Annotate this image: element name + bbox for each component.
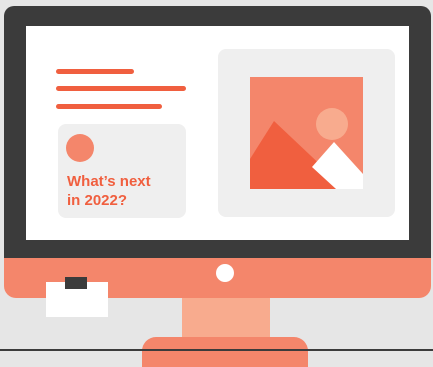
announcement-title-line-2: in 2022? xyxy=(67,192,128,209)
monitor-stand-neck xyxy=(182,298,270,340)
power-indicator-icon xyxy=(216,264,234,282)
text-placeholder-line xyxy=(56,86,186,91)
announcement-card[interactable]: What’s next in 2022? xyxy=(58,124,186,218)
circle-avatar-icon xyxy=(66,134,94,162)
computer-illustration: What’s next in 2022? xyxy=(0,0,433,367)
monitor-stand-base xyxy=(142,337,308,367)
announcement-title: What’s next in 2022? xyxy=(67,172,183,210)
monitor-screen: What’s next in 2022? xyxy=(26,26,409,240)
sticky-note-tape xyxy=(65,277,87,289)
announcement-title-line-1: What’s next xyxy=(67,173,151,190)
image-landscape-icon xyxy=(250,77,363,189)
image-card xyxy=(218,49,395,217)
text-placeholder-line xyxy=(56,69,134,74)
text-placeholder-line xyxy=(56,104,162,109)
